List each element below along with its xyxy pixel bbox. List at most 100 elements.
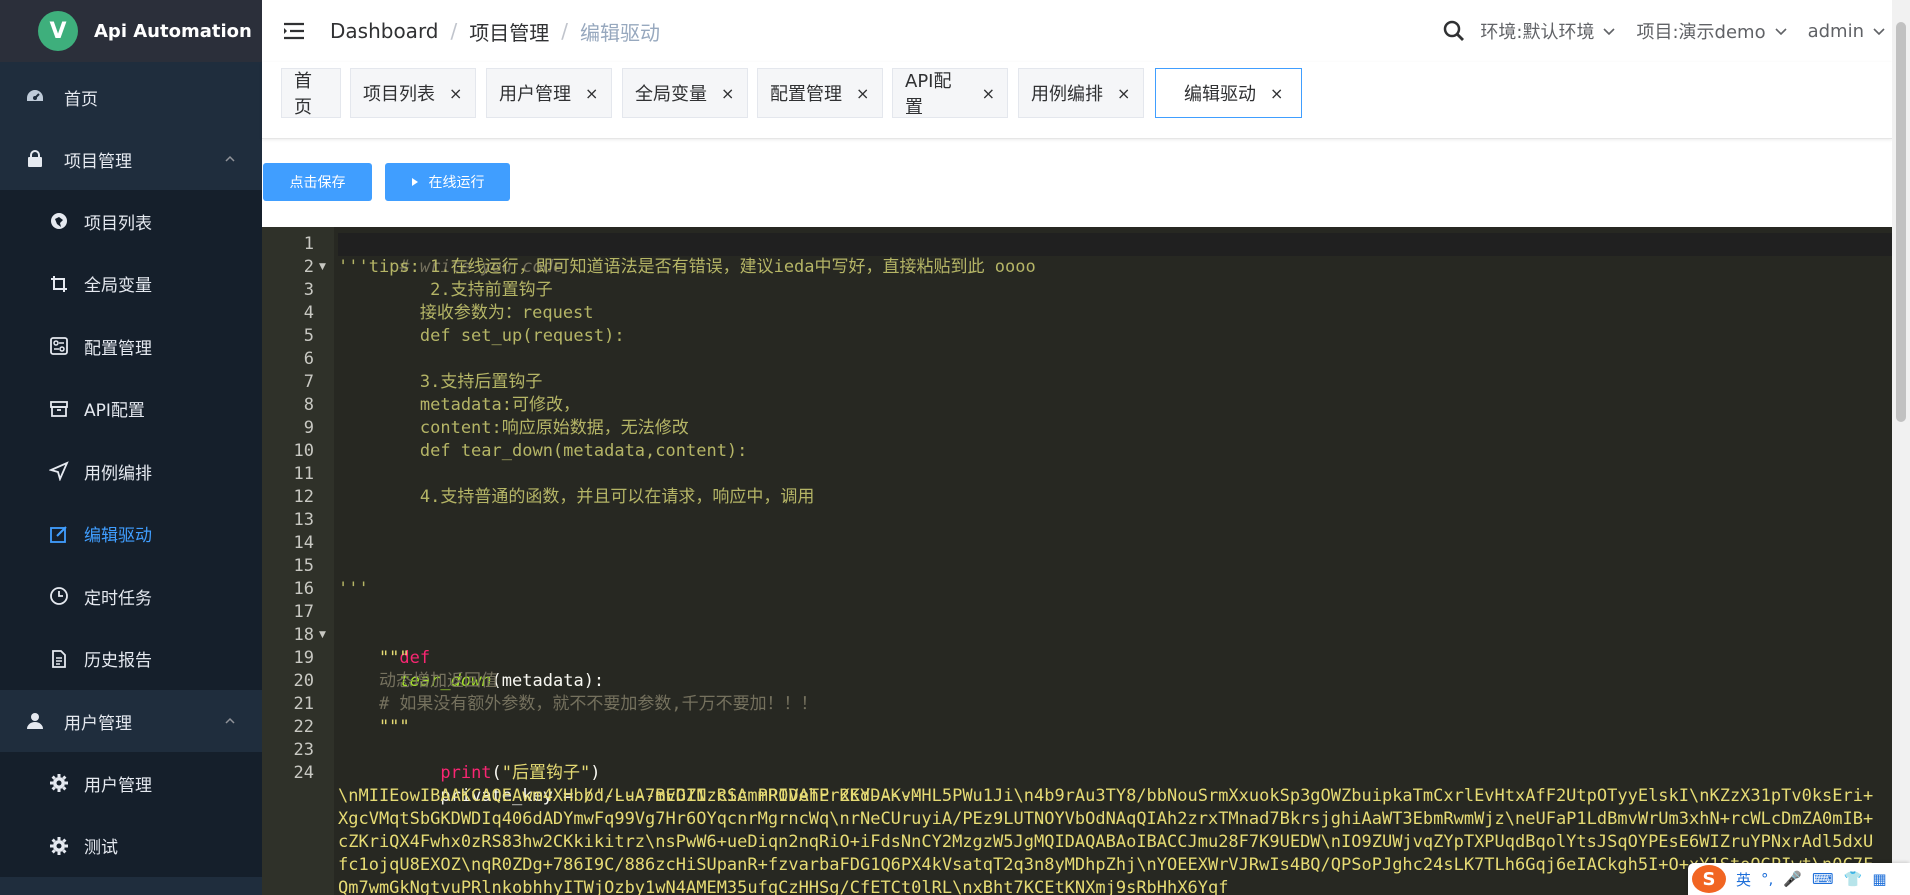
breadcrumb-item[interactable]: 项目管理 [469, 17, 549, 46]
punctuation-icon[interactable]: °, [1761, 870, 1773, 888]
code-line: 接收参数为：request [338, 303, 594, 323]
code-editor[interactable]: 1 2 ▼ 3 4 5 6 7 8 9 10 11 12 13 14 15 16… [262, 227, 1892, 895]
save-button-label: 点击保存 [289, 175, 346, 191]
sidebar-item-config[interactable]: 配置管理 [0, 315, 262, 378]
line-number: 9 [303, 418, 314, 438]
tag-case-orchestration[interactable]: 用例编排 × [1018, 68, 1144, 118]
microphone-icon[interactable]: 🎤 [1783, 870, 1802, 888]
tag-api-config[interactable]: API配置 × [892, 68, 1008, 118]
toolbox-icon[interactable]: ▦ [1872, 870, 1886, 888]
ime-lang-toggle[interactable]: 英 [1736, 869, 1751, 890]
right-menu: 环境:默认环境 项目:演示demo admin [1422, 18, 1892, 44]
run-online-button[interactable]: 在线运行 [385, 163, 510, 201]
sidebar-item-user-management[interactable]: 用户管理 [0, 752, 262, 815]
tag-home[interactable]: 首页 [281, 68, 341, 118]
search-icon[interactable] [1442, 19, 1466, 43]
line-number: 10 [293, 441, 314, 461]
clock-icon [48, 585, 70, 607]
breadcrumb-separator: / [561, 19, 569, 43]
sidebar-item-label: 测试 [84, 838, 118, 859]
code-area[interactable]: # write you code '''tips: 1.在线运行，即可知道语法是… [334, 227, 1892, 895]
sidebar-item-scheduled-tasks[interactable]: 定时任务 [0, 565, 262, 628]
user-dropdown[interactable]: admin [1808, 21, 1886, 42]
sidebar-item-case-orchestration[interactable]: 用例编排 [0, 440, 262, 503]
app-logo-bar[interactable]: V Api Automation [0, 0, 262, 62]
sidebar-item-label: 全局变量 [84, 276, 152, 297]
box-icon [48, 398, 70, 420]
close-icon[interactable]: × [449, 84, 462, 103]
project-submenu: 项目列表 全局变量 配置管理 API配置 用例编排 编辑驱动 定时任务 历史报告 [0, 190, 262, 690]
tag-label: 用户管理 [499, 84, 571, 105]
close-icon[interactable]: × [856, 84, 869, 103]
project-dropdown[interactable]: 项目:演示demo [1636, 18, 1787, 44]
sidebar-group-project[interactable]: 项目管理 [0, 128, 262, 190]
tag-project-list[interactable]: 项目列表 × [350, 68, 476, 118]
page-scrollbar[interactable] [1892, 0, 1910, 895]
line-number: 5 [303, 326, 314, 346]
app-title: Api Automation [94, 20, 252, 42]
sidebar-item-label: 用例编排 [84, 463, 152, 484]
close-icon[interactable]: × [721, 84, 734, 103]
close-icon[interactable]: × [982, 84, 995, 103]
tag-edit-driver[interactable]: 编辑驱动 × [1155, 68, 1302, 118]
sidebar-group-users[interactable]: 用户管理 [0, 690, 262, 752]
sidebar-item-label: 定时任务 [84, 588, 152, 609]
sidebar-item-label: 项目列表 [84, 213, 152, 234]
line-number: 1 [303, 234, 314, 254]
line-number: 7 [303, 372, 314, 392]
sidebar-item-test[interactable]: 测试 [0, 814, 262, 877]
code-line: 2.支持前置钩子 [338, 280, 553, 300]
code-line: 4.支持普通的函数，并且可以在请求，响应中，调用 [338, 487, 815, 507]
tag-label: 项目列表 [363, 84, 435, 105]
line-number: 17 [293, 602, 314, 622]
editor-gutter: 1 2 ▼ 3 4 5 6 7 8 9 10 11 12 13 14 15 16… [262, 227, 334, 895]
code-line: def tear_down(metadata,content): [338, 441, 748, 461]
tag-label: 全局变量 [635, 84, 707, 105]
document-icon [48, 648, 70, 670]
users-submenu: 用户管理 测试 [0, 752, 262, 877]
scrollbar-thumb[interactable] [1896, 22, 1906, 422]
close-icon[interactable]: × [1117, 84, 1130, 103]
line-number: 15 [293, 556, 314, 576]
save-button[interactable]: 点击保存 [263, 163, 372, 201]
sidebar-item-edit-driver[interactable]: 编辑驱动 [0, 502, 262, 565]
breadcrumb-item[interactable]: Dashboard [330, 19, 439, 43]
username: admin [1807, 20, 1864, 42]
chevron-up-icon [224, 712, 236, 732]
sidebar: V Api Automation 首页 项目管理 项目列表 全局变量 配置管理 … [0, 0, 262, 895]
keyboard-icon[interactable]: ⌨ [1812, 870, 1834, 888]
sidebar-item-home[interactable]: 首页 [0, 66, 262, 128]
ime-toolbar: S 英 °, 🎤 ⌨ 👕 ▦ [1688, 863, 1910, 895]
chevron-down-icon [1774, 21, 1788, 42]
code-line: print("后置钩子") [338, 739, 1892, 783]
tag-config[interactable]: 配置管理 × [757, 68, 883, 118]
hamburger-icon[interactable] [282, 19, 306, 43]
crop-icon [48, 273, 70, 295]
sidebar-group-label: 项目管理 [64, 151, 132, 172]
tag-global-vars[interactable]: 全局变量 × [622, 68, 748, 118]
sidebar-item-global-vars[interactable]: 全局变量 [0, 252, 262, 315]
code-line: '''tips: 1.在线运行，即可知道语法是否有错误，建议ieda中写好，直接… [338, 257, 1036, 277]
sidebar-item-label: API配置 [84, 401, 145, 422]
sidebar-item-api-config[interactable]: API配置 [0, 377, 262, 440]
line-number: 14 [293, 533, 314, 553]
environment-dropdown[interactable]: 环境:默认环境 [1480, 18, 1616, 44]
lock-icon [24, 148, 46, 170]
code-line: def tear_down(metadata): [338, 624, 1892, 691]
fold-arrow-icon[interactable]: ▼ [319, 256, 326, 279]
tag-label: API配置 [905, 71, 952, 118]
tag-user-management[interactable]: 用户管理 × [486, 68, 612, 118]
tag-label: 用例编排 [1031, 84, 1103, 105]
edit-icon [48, 523, 70, 545]
line-number: 20 [293, 671, 314, 691]
close-icon[interactable]: × [585, 84, 598, 103]
close-icon[interactable]: × [1270, 84, 1283, 103]
sogou-logo-icon[interactable]: S [1692, 865, 1726, 893]
code-line: # 如果没有额外参数，就不不要加参数,千万不要加！！！ [338, 694, 818, 714]
breadcrumb-separator: / [450, 19, 458, 43]
sidebar-item-project-list[interactable]: 项目列表 [0, 190, 262, 253]
code-line: content:响应原始数据，无法修改 [338, 418, 689, 438]
sidebar-item-history-reports[interactable]: 历史报告 [0, 627, 262, 690]
skin-icon[interactable]: 👕 [1844, 870, 1863, 888]
fold-arrow-icon[interactable]: ▼ [319, 624, 326, 647]
